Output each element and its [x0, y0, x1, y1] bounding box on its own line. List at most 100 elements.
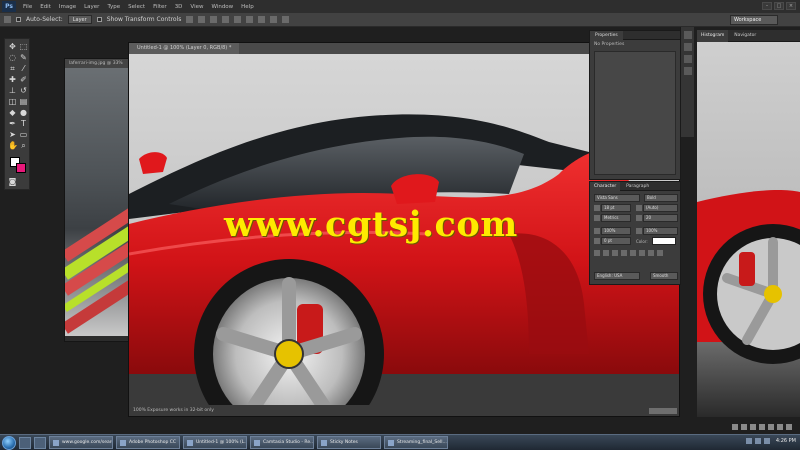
menu-3d[interactable]: 3D [171, 4, 187, 10]
tab-character[interactable]: Character [590, 182, 621, 191]
distribute-h-icon[interactable] [270, 16, 278, 23]
menu-type[interactable]: Type [103, 4, 124, 10]
align-bottom-icon[interactable] [210, 16, 218, 23]
vertical-scale-field[interactable]: 100% [601, 227, 631, 235]
menu-layer[interactable]: Layer [80, 4, 103, 10]
explorer-icon[interactable] [19, 436, 31, 449]
history-panel-icon[interactable] [683, 31, 692, 39]
quick-mask-icon[interactable]: ◙ [8, 177, 17, 186]
taskbar-button[interactable]: Camtasia Studio - Re... [250, 436, 314, 449]
crop-tool-icon[interactable]: ⌗ [8, 64, 17, 73]
align-middle-icon[interactable] [198, 16, 206, 23]
new-layer-icon[interactable] [777, 424, 783, 430]
menu-help[interactable]: Help [237, 4, 258, 10]
blur-tool-icon[interactable]: ◆ [8, 108, 17, 117]
menu-select[interactable]: Select [124, 4, 149, 10]
network-icon[interactable] [745, 438, 752, 444]
faux-bold-icon[interactable] [594, 250, 600, 256]
healing-brush-icon[interactable]: ✚ [8, 75, 17, 84]
path-select-icon[interactable]: ➤ [8, 130, 17, 139]
eraser-tool-icon[interactable]: ◫ [8, 97, 17, 106]
menu-filter[interactable]: Filter [149, 4, 171, 10]
tab-paragraph[interactable]: Paragraph [622, 182, 653, 191]
gradient-tool-icon[interactable]: ▤ [19, 97, 28, 106]
lasso-tool-icon[interactable]: ◌ [8, 53, 17, 62]
link-icon[interactable] [732, 424, 738, 430]
adjustment-icon[interactable] [759, 424, 765, 430]
clock[interactable]: 4:26 PM [776, 438, 796, 444]
stamp-tool-icon[interactable]: ⊥ [8, 86, 17, 95]
menu-view[interactable]: View [186, 4, 207, 10]
font-size-field[interactable]: 18 pt [601, 204, 631, 212]
menu-edit[interactable]: Edit [36, 4, 55, 10]
auto-select-checkbox[interactable] [16, 17, 21, 22]
show-transform-checkbox[interactable] [96, 17, 102, 22]
distribute-icon[interactable] [258, 16, 266, 23]
start-button[interactable] [2, 435, 16, 450]
pen-tool-icon[interactable]: ✒ [8, 119, 17, 128]
flag-icon[interactable] [763, 438, 770, 444]
align-top-icon[interactable] [186, 16, 194, 23]
workspace-dropdown[interactable]: Workspace [730, 15, 778, 25]
taskbar-button[interactable]: Adobe Photoshop CC [116, 436, 180, 449]
volume-icon[interactable] [754, 438, 761, 444]
canvas-right-area[interactable] [697, 42, 800, 417]
auto-select-dropdown[interactable]: Layer [67, 15, 92, 24]
mask-icon[interactable] [750, 424, 756, 430]
eyedropper-icon[interactable]: ⁄ [19, 64, 28, 73]
shape-tool-icon[interactable]: ▭ [19, 130, 28, 139]
folder-icon[interactable] [768, 424, 774, 430]
secondary-canvas[interactable] [65, 68, 131, 336]
horizontal-scale-field[interactable]: 100% [643, 227, 678, 235]
leading-field[interactable]: (Auto) [643, 204, 678, 212]
align-center-icon[interactable] [234, 16, 242, 23]
type-tool-icon[interactable]: T [19, 119, 28, 128]
zoom-tool-icon[interactable]: ⌕ [19, 141, 28, 150]
brush-tool-icon[interactable]: ✐ [19, 75, 28, 84]
document-window-secondary[interactable]: laferrari-img.jpg @ 33% [64, 58, 132, 342]
tab-histogram[interactable]: Histogram [697, 30, 729, 42]
align-right-icon[interactable] [246, 16, 254, 23]
swatches-panel-icon[interactable] [683, 67, 692, 75]
move-tool-icon[interactable]: ✥ [8, 42, 17, 51]
browser-icon[interactable] [34, 436, 46, 449]
info-panel-icon[interactable] [683, 55, 692, 63]
maximize-icon[interactable]: □ [774, 2, 784, 10]
text-color-swatch[interactable] [652, 237, 676, 245]
taskbar-button[interactable]: www.google.com/search... [49, 436, 113, 449]
faux-italic-icon[interactable] [603, 250, 609, 256]
fx-icon[interactable] [741, 424, 747, 430]
background-color-swatch[interactable] [16, 163, 26, 173]
font-style-dropdown[interactable]: Bold [644, 194, 678, 202]
superscript-icon[interactable] [630, 250, 636, 256]
small-caps-icon[interactable] [621, 250, 627, 256]
underline-icon[interactable] [648, 250, 654, 256]
move-tool-icon[interactable] [4, 16, 11, 23]
3d-mode-icon[interactable] [282, 16, 290, 23]
document-tab-secondary[interactable]: laferrari-img.jpg @ 33% [65, 59, 131, 68]
menu-window[interactable]: Window [207, 4, 237, 10]
minimize-icon[interactable]: – [762, 2, 772, 10]
font-family-dropdown[interactable]: Vista Sans [594, 194, 640, 202]
history-brush-icon[interactable]: ↺ [19, 86, 28, 95]
marquee-tool-icon[interactable]: ⬚ [19, 42, 28, 51]
menu-image[interactable]: Image [55, 4, 80, 10]
tab-properties[interactable]: Properties [590, 31, 623, 40]
subscript-icon[interactable] [639, 250, 645, 256]
actions-panel-icon[interactable] [683, 43, 692, 51]
kerning-field[interactable]: Metrics [601, 214, 631, 222]
horizontal-scrollbar[interactable] [649, 408, 677, 414]
trash-icon[interactable] [786, 424, 792, 430]
all-caps-icon[interactable] [612, 250, 618, 256]
tab-navigator[interactable]: Navigator [730, 30, 760, 42]
menu-file[interactable]: File [19, 4, 36, 10]
antialias-dropdown[interactable]: Smooth [650, 272, 678, 280]
language-dropdown[interactable]: English: USA [594, 272, 640, 280]
hand-tool-icon[interactable]: ✋ [8, 141, 18, 150]
taskbar-button[interactable]: Sticky Notes [317, 436, 381, 449]
align-left-icon[interactable] [222, 16, 230, 23]
document-tab-main[interactable]: Untitled-1 @ 100% (Layer 0, RGB/8) * [129, 43, 240, 54]
taskbar-button[interactable]: Streaming_final_Sell... [384, 436, 448, 449]
baseline-shift-field[interactable]: 0 pt [601, 237, 631, 245]
dodge-tool-icon[interactable]: ● [19, 108, 28, 117]
